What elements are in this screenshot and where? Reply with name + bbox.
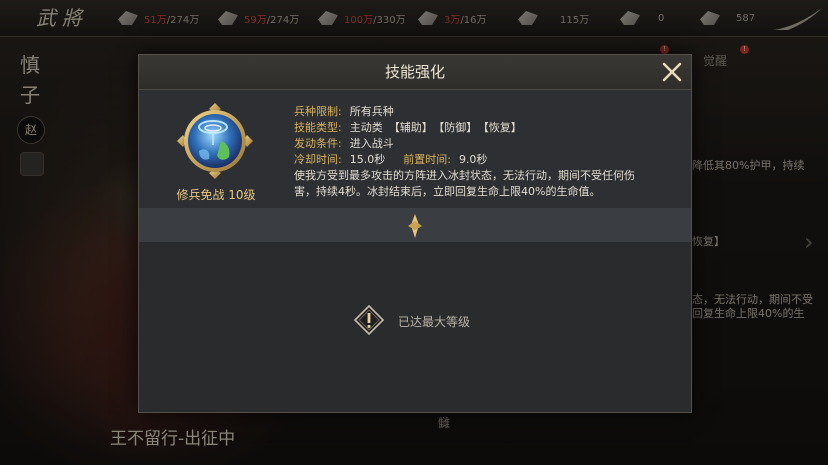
skill-type-value: 主动类 【辅助】 【防御】 【恢复】 [350, 120, 528, 136]
skill-enhance-dialog: 技能强化 修兵免战 10级 兵种限制: 所有兵种 技能类型: 主动类 【辅助】 … [138, 54, 692, 413]
trigger-value: 进入战斗 [349, 137, 394, 150]
skill-ice-icon [177, 103, 253, 179]
close-icon[interactable] [659, 59, 685, 85]
troop-limit-value: 所有兵种 [349, 105, 394, 118]
cooldown-label: 冷却时间: [294, 153, 342, 166]
skill-description: 使我方受到最多攻击的方阵进入冰封状态，无法行动，期间不受任何伤害，持续4秒。冰封… [294, 169, 635, 198]
precast-label: 前置时间: [403, 153, 451, 166]
skill-name-level: 修兵免战 10级 [176, 188, 256, 202]
skill-details: 兵种限制: 所有兵种 技能类型: 主动类 【辅助】 【防御】 【恢复】 发动条件: 进… [294, 104, 674, 200]
upgrade-arrow-icon [408, 214, 422, 238]
precast-value: 9.0秒 [458, 153, 488, 166]
max-level-text: 已达最大等级 [398, 315, 471, 329]
skill-type-label: 技能类型: [294, 121, 342, 134]
warning-icon [354, 305, 384, 335]
trigger-label: 发动条件: [294, 137, 342, 150]
skill-tag: 【防御】 [438, 121, 478, 134]
cooldown-value: 15.0秒 [349, 153, 386, 166]
skill-tag: 【恢复】 [483, 121, 522, 134]
dialog-title: 技能强化 [384, 63, 445, 81]
skill-type-main: 主动类 [349, 121, 383, 134]
skill-tag: 【辅助】 [388, 121, 433, 134]
troop-limit-label: 兵种限制: [294, 105, 342, 118]
